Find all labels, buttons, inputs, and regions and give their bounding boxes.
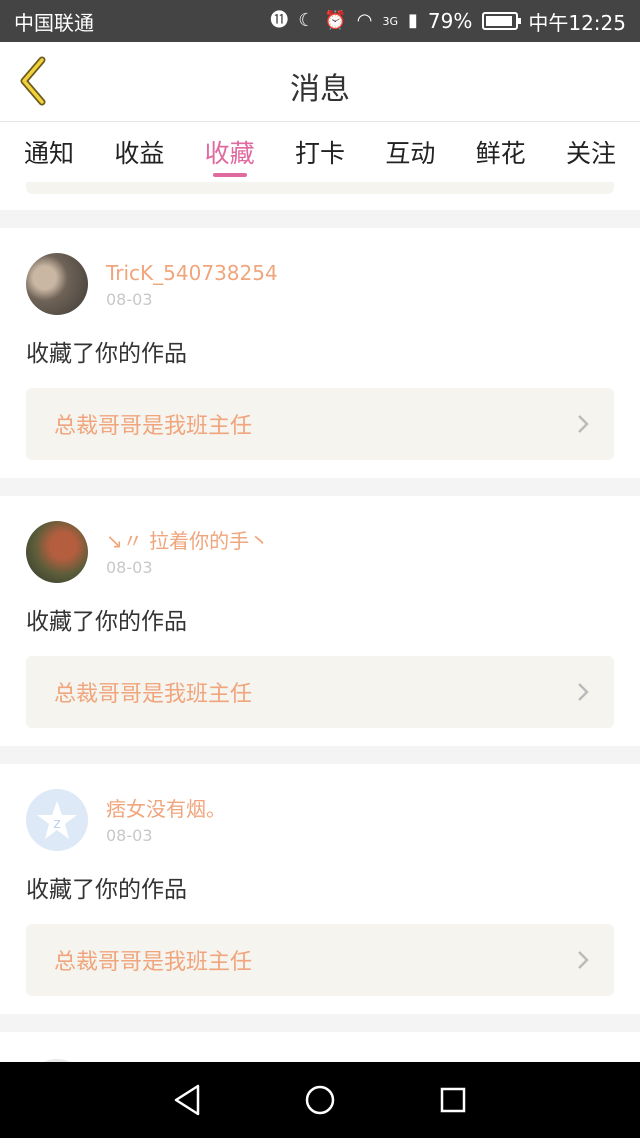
- action-text: 收藏了你的作品: [26, 877, 187, 903]
- username[interactable]: 痞女没有烟。: [106, 796, 226, 822]
- action-text: 收藏了你的作品: [26, 341, 187, 367]
- list-item: z 痞女没有烟。 08-03 收藏了你的作品 总裁哥哥是我班主任: [0, 764, 640, 1014]
- circle-home-icon: [305, 1085, 335, 1115]
- avatar[interactable]: [26, 521, 88, 583]
- avatar[interactable]: [26, 253, 88, 315]
- avatar[interactable]: z: [26, 789, 88, 851]
- wifi-icon: ◠: [356, 10, 373, 31]
- work-title: 总裁哥哥是我班主任: [54, 414, 253, 439]
- back-nav-button[interactable]: [165, 1078, 209, 1122]
- username[interactable]: ↘〃 拉着你的手丶: [106, 528, 269, 554]
- data-saver-icon: ⓫: [270, 10, 289, 31]
- message-date: 08-03: [106, 557, 153, 577]
- recents-nav-button[interactable]: [431, 1078, 475, 1122]
- message-list[interactable]: TricK_540738254 08-03 收藏了你的作品 总裁哥哥是我班主任 …: [0, 182, 640, 1062]
- status-bar: 中国联通 ⓫ ☾ ⏰ ◠ 3G ▮ 79% 中午12:25: [0, 0, 640, 42]
- home-nav-button[interactable]: [298, 1078, 342, 1122]
- work-title: 总裁哥哥是我班主任: [54, 682, 253, 707]
- username[interactable]: TricK_540738254: [106, 260, 278, 286]
- work-title: 总裁哥哥是我班主任: [54, 950, 253, 975]
- header: 消息: [0, 42, 640, 122]
- list-item: TricK_540738254 08-03 收藏了你的作品 总裁哥哥是我班主任: [0, 228, 640, 478]
- list-item: [0, 1032, 640, 1062]
- message-date: 08-03: [106, 825, 153, 845]
- work-link[interactable]: 总裁哥哥是我班主任: [26, 924, 614, 996]
- tab-earnings[interactable]: 收益: [114, 122, 164, 182]
- page-title: 消息: [290, 72, 350, 107]
- tab-interaction[interactable]: 互动: [385, 122, 435, 182]
- tab-checkin[interactable]: 打卡: [295, 122, 345, 182]
- system-nav-bar: [0, 1062, 640, 1138]
- tab-flowers[interactable]: 鲜花: [476, 122, 526, 182]
- chevron-right-icon: [578, 951, 589, 969]
- message-date: 08-03: [106, 289, 153, 309]
- tab-bar: 通知 收益 收藏 打卡 互动 鲜花 关注: [0, 122, 640, 182]
- tab-notice[interactable]: 通知: [24, 122, 74, 182]
- network-type-label: 3G: [382, 14, 398, 28]
- list-item: ↘〃 拉着你的手丶 08-03 收藏了你的作品 总裁哥哥是我班主任: [0, 496, 640, 746]
- default-avatar-icon: z: [37, 801, 77, 839]
- chevron-right-icon: [578, 683, 589, 701]
- tab-favorites[interactable]: 收藏: [205, 122, 255, 182]
- list-item: [0, 182, 640, 210]
- work-link[interactable]: 总裁哥哥是我班主任: [26, 388, 614, 460]
- alarm-icon: ⏰: [324, 10, 347, 31]
- moon-icon: ☾: [298, 10, 315, 31]
- battery-percent: 79%: [427, 9, 473, 33]
- action-text: 收藏了你的作品: [26, 609, 187, 635]
- clock: 中午12:25: [528, 10, 626, 35]
- signal-icon: ▮: [408, 10, 418, 31]
- square-recents-icon: [441, 1087, 466, 1113]
- carrier-label: 中国联通: [14, 10, 94, 35]
- battery-icon: [482, 12, 522, 30]
- work-link[interactable]: 总裁哥哥是我班主任: [26, 656, 614, 728]
- tab-follow[interactable]: 关注: [566, 122, 616, 182]
- chevron-right-icon: [578, 415, 589, 433]
- triangle-back-icon: [174, 1084, 199, 1116]
- svg-text:z: z: [53, 816, 60, 832]
